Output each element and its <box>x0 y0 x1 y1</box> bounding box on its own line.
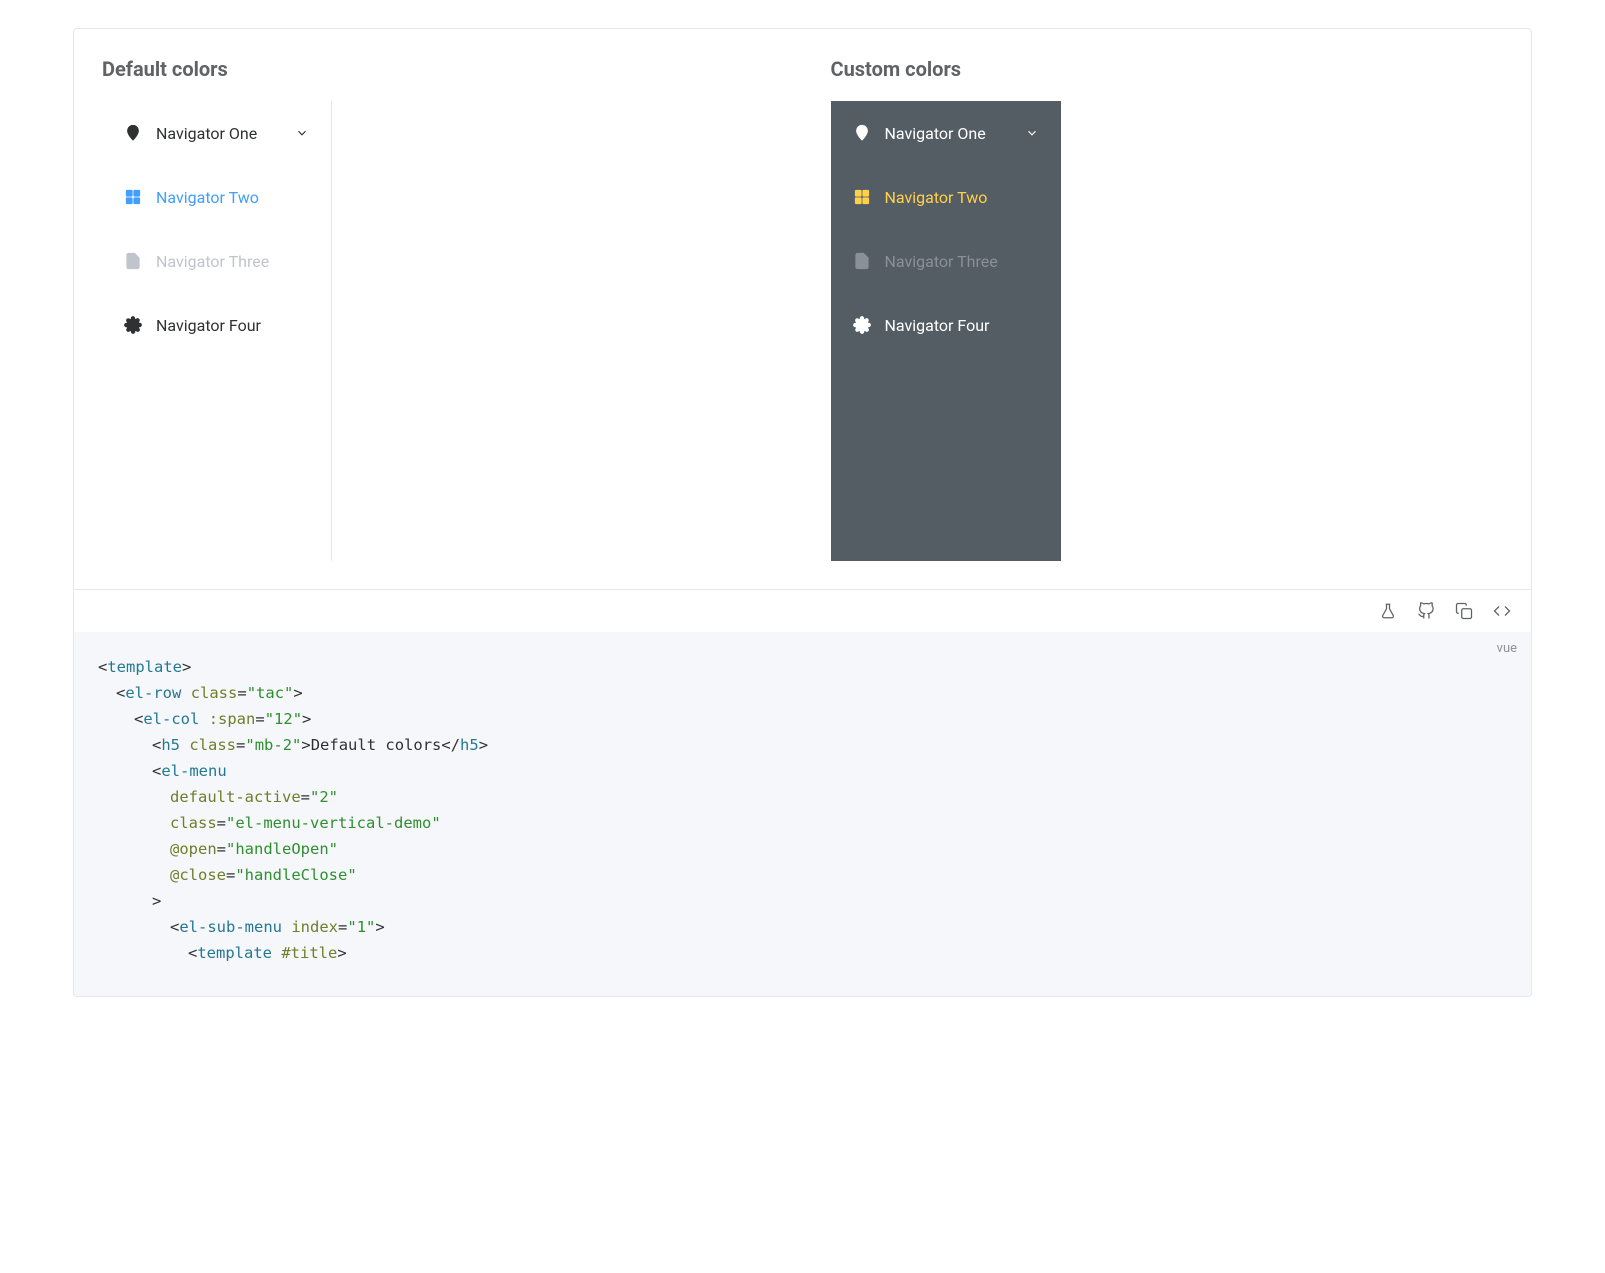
setting-icon <box>124 316 142 334</box>
menu-label: Navigator One <box>885 124 986 143</box>
default-menu-item-one[interactable]: Navigator One <box>102 101 331 165</box>
copy-icon[interactable] <box>1455 602 1473 620</box>
github-icon[interactable] <box>1417 602 1435 620</box>
menu-label: Navigator Three <box>156 252 269 271</box>
grid-icon <box>124 188 142 206</box>
code-block: vue <template> <el-row class="tac"> <el-… <box>74 632 1531 996</box>
default-colors-col: Default colors Navigator One Navigator T… <box>74 57 803 561</box>
default-menu-item-three: Navigator Three <box>102 229 331 293</box>
document-icon <box>853 252 871 270</box>
chevron-down-icon <box>1025 126 1039 140</box>
default-menu: Navigator One Navigator Two Navigator T <box>102 101 332 561</box>
custom-menu: Navigator One Navigator Two Navigator T <box>831 101 1061 561</box>
default-colors-heading: Default colors <box>102 57 775 81</box>
demo-body: Default colors Navigator One Navigator T… <box>74 29 1531 589</box>
menu-label: Navigator Two <box>885 188 988 207</box>
custom-menu-item-three: Navigator Three <box>831 229 1061 293</box>
custom-menu-item-one[interactable]: Navigator One <box>831 101 1061 165</box>
setting-icon <box>853 316 871 334</box>
code-content: <template> <el-row class="tac"> <el-col … <box>98 654 1507 966</box>
menu-label: Navigator Four <box>885 316 990 335</box>
default-menu-item-four[interactable]: Navigator Four <box>102 293 331 357</box>
menu-label: Navigator Three <box>885 252 998 271</box>
menu-label: Navigator One <box>156 124 257 143</box>
grid-icon <box>853 188 871 206</box>
location-icon <box>124 124 142 142</box>
code-lang-label: vue <box>1497 638 1517 660</box>
custom-colors-heading: Custom colors <box>831 57 1504 81</box>
demo-toolbar <box>74 589 1531 632</box>
default-menu-item-two[interactable]: Navigator Two <box>102 165 331 229</box>
custom-menu-item-four[interactable]: Navigator Four <box>831 293 1061 357</box>
menu-label: Navigator Two <box>156 188 259 207</box>
custom-menu-item-two[interactable]: Navigator Two <box>831 165 1061 229</box>
document-icon <box>124 252 142 270</box>
code-icon[interactable] <box>1493 602 1511 620</box>
chevron-down-icon <box>295 126 309 140</box>
flask-icon[interactable] <box>1379 602 1397 620</box>
demo-card: Default colors Navigator One Navigator T… <box>73 28 1532 997</box>
location-icon <box>853 124 871 142</box>
custom-colors-col: Custom colors Navigator One Navigator Tw… <box>803 57 1532 561</box>
menu-label: Navigator Four <box>156 316 261 335</box>
